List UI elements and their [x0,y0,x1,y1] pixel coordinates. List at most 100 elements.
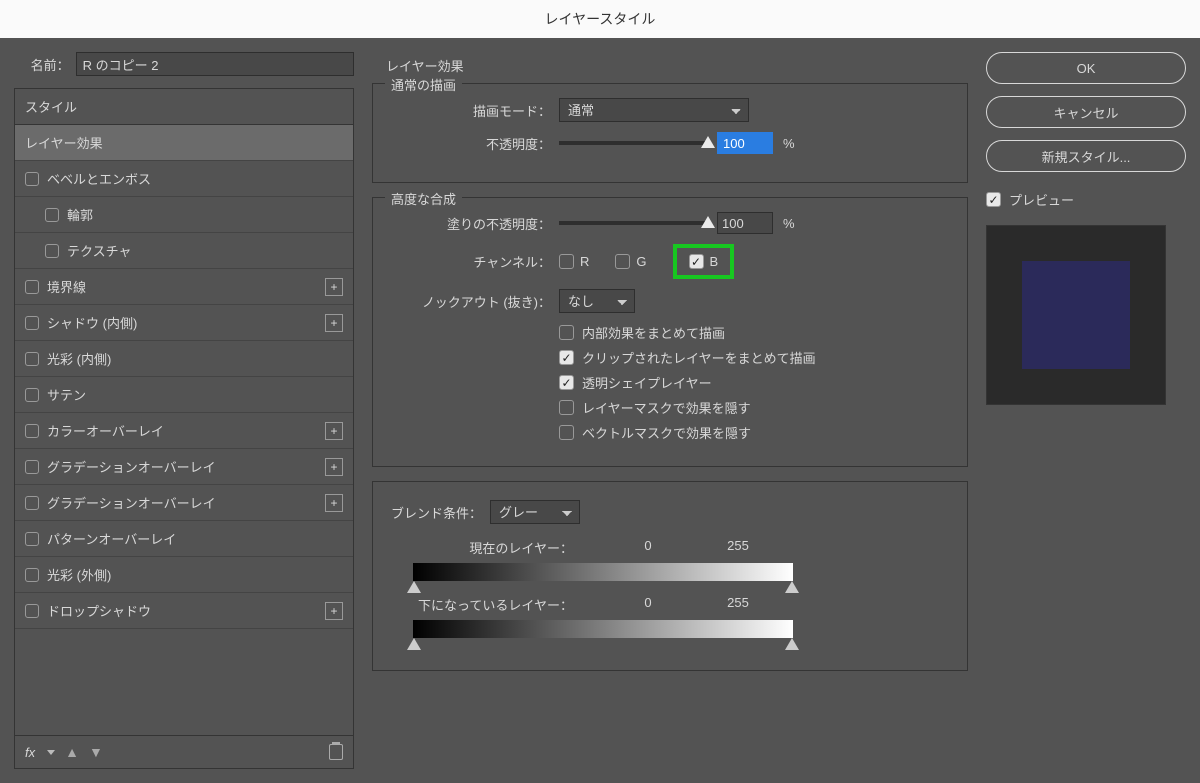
name-label: 名前： [14,55,70,74]
name-input[interactable] [76,52,354,76]
knockout-select[interactable]: なし [559,289,635,313]
style-row[interactable]: グラデーションオーバーレイ + [15,485,353,521]
blend-if-select[interactable]: グレー [490,500,580,524]
style-label: ドロップシャドウ [47,601,317,620]
style-checkbox[interactable] [25,532,39,546]
style-checkbox[interactable] [25,568,39,582]
style-label: パターンオーバーレイ [47,529,343,548]
fx-icon[interactable]: fx [25,745,35,760]
style-checkbox[interactable] [45,208,59,222]
style-label: ベベルとエンボス [47,169,343,188]
style-row[interactable]: レイヤー効果 [15,125,353,161]
style-checkbox[interactable] [25,460,39,474]
style-row[interactable]: パターンオーバーレイ [15,521,353,557]
this-layer-label: 現在のレイヤー： [413,538,573,557]
option-label: レイヤーマスクで効果を隠す [582,398,751,417]
style-label: テクスチャ [67,241,343,260]
style-row[interactable]: 境界線 + [15,269,353,305]
add-instance-icon[interactable]: + [325,494,343,512]
style-checkbox[interactable] [25,316,39,330]
opacity-slider[interactable] [559,141,709,145]
style-row[interactable]: 光彩 (内側) [15,341,353,377]
style-row[interactable]: ベベルとエンボス [15,161,353,197]
style-row[interactable]: サテン [15,377,353,413]
preview-label: プレビュー [1009,190,1074,209]
fill-opacity-input[interactable] [717,212,773,234]
option-label: クリップされたレイヤーをまとめて描画 [582,348,816,367]
style-checkbox[interactable] [25,388,39,402]
group-blend-if: ブレンド条件： グレー 現在のレイヤー： 0 255 下になっているレイヤー [372,481,968,671]
add-instance-icon[interactable]: + [325,458,343,476]
fill-opacity-slider[interactable] [559,221,709,225]
window-title: レイヤースタイル [0,0,1200,38]
style-checkbox[interactable] [25,604,39,618]
style-checkbox[interactable] [25,172,39,186]
new-style-button[interactable]: 新規スタイル... [986,140,1186,172]
style-checkbox[interactable] [25,280,39,294]
style-label: 光彩 (外側) [47,565,343,584]
option-checkbox[interactable] [559,325,574,340]
preview-checkbox[interactable] [986,192,1001,207]
option-label: 内部効果をまとめて描画 [582,323,725,342]
add-instance-icon[interactable]: + [325,314,343,332]
option-label: ベクトルマスクで効果を隠す [582,423,751,442]
channel-label: チャンネル： [391,252,551,271]
under-layer-slider[interactable] [413,620,793,638]
trash-icon[interactable] [329,744,343,760]
cancel-button[interactable]: キャンセル [986,96,1186,128]
group-normal-draw: 通常の描画 描画モード： 通常 不透明度： % [372,83,968,183]
style-label: 境界線 [47,277,317,296]
style-checkbox[interactable] [25,496,39,510]
style-checkbox[interactable] [25,424,39,438]
channel-g-checkbox[interactable] [615,254,630,269]
blend-mode-label: 描画モード： [391,101,551,120]
styles-header: スタイル [15,89,353,125]
pct-label: % [783,136,795,151]
blend-if-label: ブレンド条件： [391,503,482,522]
group-advanced-title: 高度な合成 [385,189,462,208]
style-label: グラデーションオーバーレイ [47,493,317,512]
group-advanced: 高度な合成 塗りの不透明度： % チャンネル： R G B ノックアウト (抜き… [372,197,968,467]
add-instance-icon[interactable]: + [325,278,343,296]
style-checkbox[interactable] [25,352,39,366]
style-row[interactable]: 輪郭 [15,197,353,233]
add-instance-icon[interactable]: + [325,422,343,440]
blend-mode-select[interactable]: 通常 [559,98,749,122]
style-row[interactable]: 光彩 (外側) [15,557,353,593]
style-row[interactable]: カラーオーバーレイ + [15,413,353,449]
style-label: サテン [47,385,343,404]
option-checkbox[interactable] [559,425,574,440]
style-row[interactable]: ドロップシャドウ + [15,593,353,629]
fill-opacity-label: 塗りの不透明度： [391,214,551,233]
group-normal-title: 通常の描画 [385,75,462,94]
knockout-label: ノックアウト (抜き)： [391,292,551,311]
option-checkbox[interactable] [559,350,574,365]
add-instance-icon[interactable]: + [325,602,343,620]
channel-b-checkbox[interactable] [689,254,704,269]
style-label: グラデーションオーバーレイ [47,457,317,476]
style-label: 光彩 (内側) [47,349,343,368]
style-label: カラーオーバーレイ [47,421,317,440]
style-checkbox[interactable] [45,244,59,258]
fx-menu-caret[interactable] [47,750,55,755]
option-label: 透明シェイプレイヤー [582,373,712,392]
opacity-label: 不透明度： [391,134,551,153]
style-label: シャドウ (内側) [47,313,317,332]
style-row[interactable]: シャドウ (内側) + [15,305,353,341]
opacity-input[interactable] [717,132,773,154]
move-up-icon[interactable]: ▲ [65,744,79,760]
channel-r-checkbox[interactable] [559,254,574,269]
option-checkbox[interactable] [559,400,574,415]
style-label: レイヤー効果 [25,133,343,152]
under-layer-label: 下になっているレイヤー： [413,595,573,614]
this-layer-slider[interactable] [413,563,793,581]
preview-thumbnail [986,225,1166,405]
ok-button[interactable]: OK [986,52,1186,84]
move-down-icon[interactable]: ▼ [89,744,103,760]
style-row[interactable]: グラデーションオーバーレイ + [15,449,353,485]
mid-title: レイヤー効果 [386,56,968,75]
style-label: 輪郭 [67,205,343,224]
styles-panel: スタイル レイヤー効果ベベルとエンボス輪郭テクスチャ境界線 + シャドウ (内側) +… [14,88,354,769]
style-row[interactable]: テクスチャ [15,233,353,269]
option-checkbox[interactable] [559,375,574,390]
